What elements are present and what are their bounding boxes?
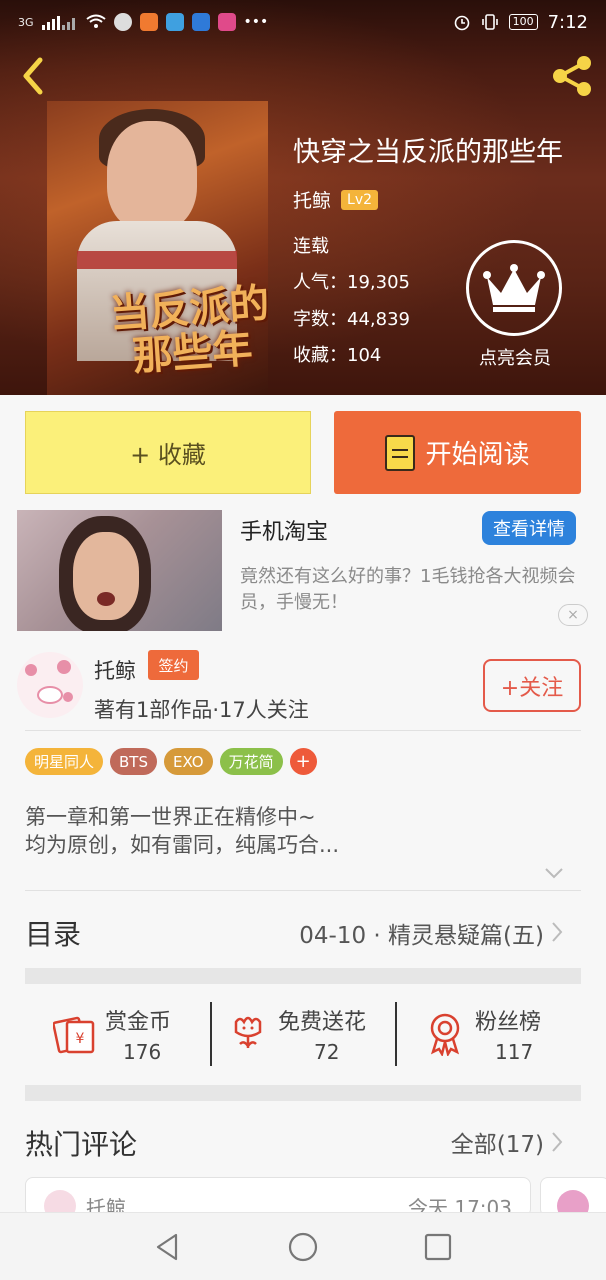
book-header: 3G ••• 100 7:12 当反派的那些年 快穿之当反派的那些年 托鲸 Lv…	[0, 0, 606, 395]
tag-item[interactable]: 万花简	[219, 748, 283, 775]
app-notification-icon	[217, 13, 236, 31]
favorites-value: 104	[347, 345, 382, 366]
ad-image[interactable]	[17, 510, 222, 631]
author-row: 托鲸 Lv2	[293, 186, 379, 213]
vibrate-icon	[481, 14, 498, 30]
vip-button[interactable]: 点亮会员	[466, 240, 564, 369]
book-title: 快穿之当反派的那些年	[293, 137, 563, 168]
top-navigation	[0, 52, 606, 100]
book-icon	[385, 434, 416, 471]
wifi-icon	[85, 14, 106, 28]
system-navigation-bar	[0, 1212, 606, 1280]
tag-item[interactable]: EXO	[164, 748, 213, 775]
comment-card[interactable]	[540, 1177, 606, 1217]
signal-icon	[41, 16, 75, 30]
stat-name: 粉丝榜	[475, 1010, 542, 1035]
stat-name: 赏金币	[105, 1010, 172, 1035]
ad-detail-button[interactable]: 查看详情	[482, 511, 576, 545]
divider	[25, 890, 581, 891]
all-comments-link[interactable]: 全部(17)	[451, 1125, 544, 1159]
follow-button[interactable]: +关注	[483, 659, 581, 712]
section-divider	[25, 968, 581, 984]
intro-line: 均为原创，如有雷同，纯属巧合...	[25, 833, 340, 857]
cover-art	[77, 251, 237, 269]
chevron-right-icon	[552, 922, 563, 942]
comment-card[interactable]: 托鲸 今天 17:03	[25, 1177, 531, 1217]
globe-icon	[113, 13, 132, 31]
popularity-label: 人气：	[293, 272, 347, 293]
signal-label: 3G	[18, 15, 34, 29]
catalog-label: 目录	[25, 918, 82, 951]
add-favorite-button[interactable]: + 收藏	[25, 411, 311, 494]
divider	[25, 730, 581, 731]
tag-list: 明星同人 BTS EXO 万花简 +	[25, 748, 317, 775]
start-reading-button[interactable]: 开始阅读	[334, 411, 581, 494]
latest-chapter: 04-10 · 精灵悬疑篇(五)	[299, 923, 544, 949]
book-cover[interactable]: 当反派的那些年	[47, 101, 268, 395]
status-bar: 3G ••• 100 7:12	[0, 0, 606, 44]
medal-icon	[430, 1013, 460, 1056]
favorites-label: 收藏：	[293, 345, 347, 366]
crown-icon	[466, 240, 562, 336]
back-icon[interactable]	[16, 56, 50, 96]
add-tag-button[interactable]: +	[289, 748, 317, 775]
chevron-down-icon[interactable]	[544, 866, 564, 880]
divider	[210, 1002, 212, 1066]
chevron-right-icon	[552, 1132, 563, 1152]
fan-ranking-item[interactable]: 粉丝榜 117	[425, 1000, 575, 1068]
word-count-stat: 字数：44,839	[293, 305, 410, 331]
app-notification-icon	[191, 13, 210, 31]
start-reading-label: 开始阅读	[425, 440, 530, 470]
section-divider	[25, 1085, 581, 1101]
flower-gift-item[interactable]: 免费送花 72	[230, 1000, 400, 1068]
words-value: 44,839	[347, 309, 410, 330]
ad-title: 手机淘宝	[240, 520, 329, 545]
level-badge: Lv2	[341, 189, 379, 210]
intro-line: 第一章和第一世界正在精修中~	[25, 805, 316, 829]
stat-value: 117	[495, 1040, 534, 1064]
author-meta: 著有1部作品·17人关注	[94, 698, 309, 722]
favorites-stat: 收藏：104	[293, 341, 381, 367]
coin-reward-item[interactable]: ¥ 赏金币 176	[53, 1000, 213, 1068]
cover-art	[107, 121, 197, 231]
ad-close-button[interactable]: ×	[558, 604, 588, 626]
author-avatar[interactable]	[17, 652, 83, 718]
cover-title: 当反派的那些年	[107, 279, 268, 381]
alarm-icon	[454, 15, 469, 31]
share-icon[interactable]	[548, 54, 596, 98]
author-name-label[interactable]: 托鲸	[94, 655, 136, 685]
app-notification-icon	[139, 13, 158, 31]
author-name[interactable]: 托鲸	[293, 186, 331, 213]
app-notification-icon	[165, 13, 184, 31]
hot-comments-label: 热门评论	[25, 1128, 138, 1161]
serial-status: 连载	[293, 236, 329, 257]
popularity-value: 19,305	[347, 272, 410, 293]
stat-value: 176	[123, 1040, 162, 1064]
vip-label: 点亮会员	[479, 348, 551, 369]
more-notifications-icon: •••	[243, 14, 269, 30]
words-label: 字数：	[293, 309, 347, 330]
recent-apps-icon[interactable]	[422, 1231, 454, 1263]
stat-value: 72	[314, 1040, 340, 1064]
signed-badge: 签约	[148, 650, 199, 680]
coin-envelope-icon: ¥	[53, 1016, 95, 1054]
divider	[395, 1002, 397, 1066]
flower-icon	[234, 1016, 262, 1049]
stat-name: 免费送花	[278, 1010, 367, 1035]
back-triangle-icon[interactable]	[152, 1231, 184, 1263]
ad-description: 竟然还有这么好的事？1毛钱抢各大视频会员，手慢无！	[240, 566, 576, 613]
home-circle-icon[interactable]	[287, 1231, 319, 1263]
svg-text:¥: ¥	[76, 1031, 85, 1047]
popularity-stat: 人气：19,305	[293, 268, 410, 294]
book-intro: 第一章和第一世界正在精修中~ 均为原创，如有雷同，纯属巧合...	[25, 803, 339, 859]
reward-stats: ¥ 赏金币 176 免费送花 72 粉丝榜 117	[25, 1000, 581, 1068]
tag-item[interactable]: 明星同人	[25, 748, 104, 775]
battery-indicator: 100	[508, 14, 538, 30]
tag-item[interactable]: BTS	[110, 748, 157, 775]
clock: 7:12	[547, 11, 588, 33]
